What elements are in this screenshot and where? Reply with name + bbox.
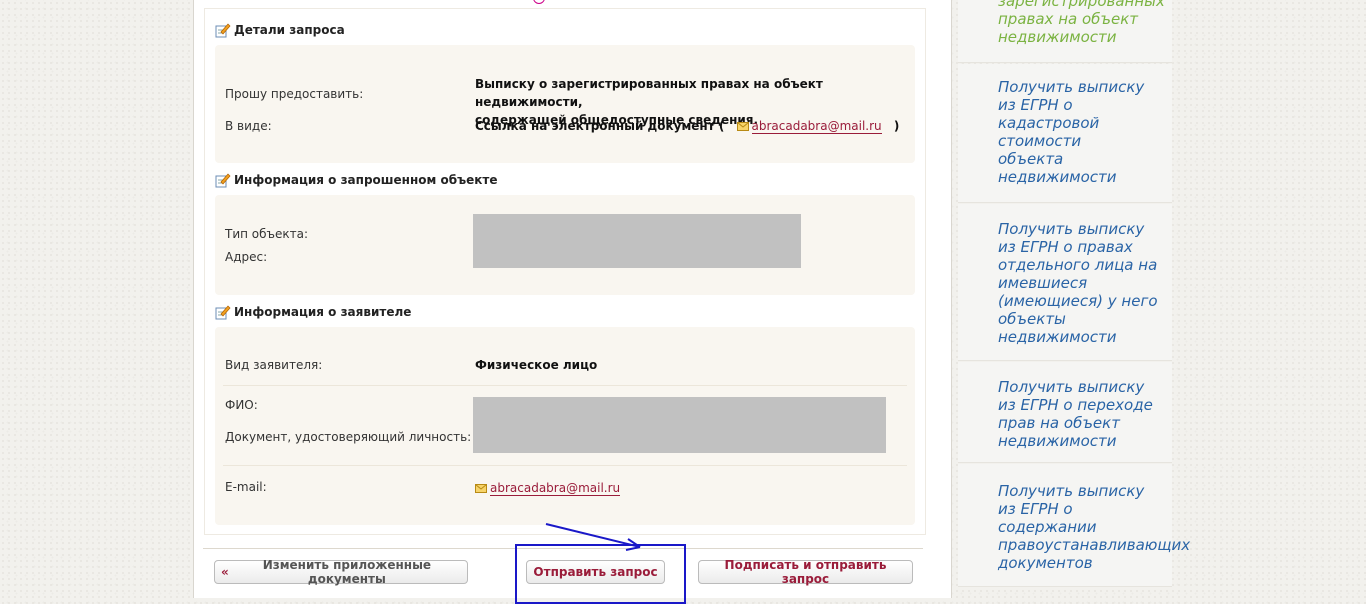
applicant-kind-value: Физическое лицо — [475, 358, 598, 372]
redacted-block — [473, 397, 886, 453]
sidebar-line: из ЕГРН о — [998, 500, 1073, 518]
sidebar-line: объекты — [998, 310, 1066, 328]
sidebar-link[interactable]: Получить выписку из ЕГРН о содержании пр… — [998, 482, 1198, 572]
button-label: Подписать и отправить запрос — [724, 558, 887, 586]
pencil-icon — [215, 23, 231, 38]
email-link-wrap[interactable]: abracadabra@mail.ru — [736, 119, 886, 134]
provide-value-line1: Выписку о зарегистрированных правах на о… — [475, 77, 823, 109]
sidebar-line: Получить выписку — [998, 220, 1145, 238]
address-label: Адрес: — [225, 250, 268, 264]
applicant-info-panel: Вид заявителя: Физическое лицо ФИО: Доку… — [215, 327, 915, 525]
sidebar-line: имевшиеся — [998, 274, 1088, 292]
sidebar-line: Получить выписку — [998, 378, 1145, 396]
envelope-icon — [736, 122, 749, 131]
sidebar-line: недвижимости — [998, 168, 1117, 186]
pencil-icon — [215, 173, 231, 188]
sidebar-link[interactable]: Получить выписку из ЕГРН о правах отдель… — [998, 220, 1198, 346]
pencil-icon — [215, 305, 231, 320]
email-link[interactable]: abracadabra@mail.ru — [751, 119, 882, 134]
email-label: E-mail: — [225, 480, 267, 494]
sidebar-line: зарегистрированных — [998, 0, 1165, 10]
form-value-suffix: ) — [893, 119, 900, 133]
sidebar-line: Получить выписку — [998, 78, 1145, 96]
main-content-column: Детали запроса Прошу предоставить: Выпис… — [193, 0, 952, 598]
sidebar-line: недвижимости — [998, 432, 1117, 450]
sidebar-item-rights-transfer[interactable]: Получить выписку из ЕГРН о переходе прав… — [958, 362, 1172, 463]
request-details-heading: Детали запроса — [215, 22, 345, 38]
sidebar-item-rights[interactable]: зарегистрированных правах на объект недв… — [958, 0, 1172, 63]
divider — [223, 465, 907, 466]
double-chevron-left-icon: « — [221, 565, 229, 579]
sidebar-line: (имеющиеся) у него — [998, 292, 1158, 310]
applicant-kind-label: Вид заявителя: — [225, 358, 323, 372]
divider — [223, 385, 907, 386]
sidebar-link[interactable]: Получить выписку из ЕГРН о кадастровой с… — [998, 78, 1198, 186]
top-edge-icon — [533, 0, 545, 4]
object-info-panel: Тип объекта: Адрес: — [215, 195, 915, 295]
sidebar-line: кадастровой — [998, 114, 1100, 132]
section-title: Информация о запрошенном объекте — [234, 173, 498, 187]
form-value-prefix: Ссылка на электронный документ ( — [475, 119, 725, 133]
applicant-info-heading: Информация о заявителе — [215, 304, 411, 320]
sidebar-line: документов — [998, 554, 1093, 572]
form-value: Ссылка на электронный документ ( abracad… — [475, 117, 899, 135]
sidebar-line: из ЕГРН о правах — [998, 238, 1133, 256]
object-info-heading: Информация о запрошенном объекте — [215, 172, 498, 188]
annotation-arrow-icon — [545, 523, 641, 551]
identity-document-label: Документ, удостоверяющий личность: — [225, 430, 472, 444]
sidebar-link[interactable]: зарегистрированных правах на объект недв… — [998, 0, 1198, 46]
sidebar-line: объекта — [998, 150, 1064, 168]
sidebar-line: содержании — [998, 518, 1097, 536]
section-title: Детали запроса — [234, 23, 345, 37]
redacted-block — [473, 214, 801, 268]
object-type-label: Тип объекта: — [225, 227, 309, 241]
fio-label: ФИО: — [225, 398, 258, 412]
sidebar-link[interactable]: Получить выписку из ЕГРН о переходе прав… — [998, 378, 1198, 450]
sidebar-line: из ЕГРН о переходе — [998, 396, 1153, 414]
request-details-panel: Прошу предоставить: Выписку о зарегистри… — [215, 45, 915, 163]
envelope-icon — [475, 484, 487, 493]
sidebar-item-cadastral-value[interactable]: Получить выписку из ЕГРН о кадастровой с… — [958, 64, 1172, 203]
sign-and-send-button[interactable]: Подписать и отправить запрос — [698, 558, 913, 586]
sidebar-line: правоустанавливающих — [998, 536, 1191, 554]
sidebar-line: правах на объект — [998, 10, 1139, 28]
button-label: Изменить приложенные документы — [262, 558, 432, 586]
sidebar-line: прав на объект — [998, 414, 1120, 432]
sidebar-line: Получить выписку — [998, 482, 1145, 500]
form-label: В виде: — [225, 119, 272, 133]
sidebar-line: из ЕГРН о — [998, 96, 1073, 114]
request-summary: Детали запроса Прошу предоставить: Выпис… — [204, 8, 926, 535]
email-link[interactable]: abracadabra@mail.ru — [490, 481, 621, 496]
section-title: Информация о заявителе — [234, 305, 412, 319]
provide-label: Прошу предоставить: — [225, 87, 364, 101]
sidebar: зарегистрированных правах на объект недв… — [958, 0, 1190, 598]
change-documents-button[interactable]: « Изменить приложенные документы — [214, 558, 468, 586]
sidebar-line: недвижимости — [998, 328, 1117, 346]
applicant-email[interactable]: abracadabra@mail.ru — [475, 479, 621, 497]
sidebar-item-person-rights[interactable]: Получить выписку из ЕГРН о правах отдель… — [958, 204, 1172, 361]
sidebar-line: стоимости — [998, 132, 1082, 150]
sidebar-item-title-documents[interactable]: Получить выписку из ЕГРН о содержании пр… — [958, 464, 1190, 587]
sidebar-line: отдельного лица на — [998, 256, 1158, 274]
sidebar-line: недвижимости — [998, 28, 1117, 46]
